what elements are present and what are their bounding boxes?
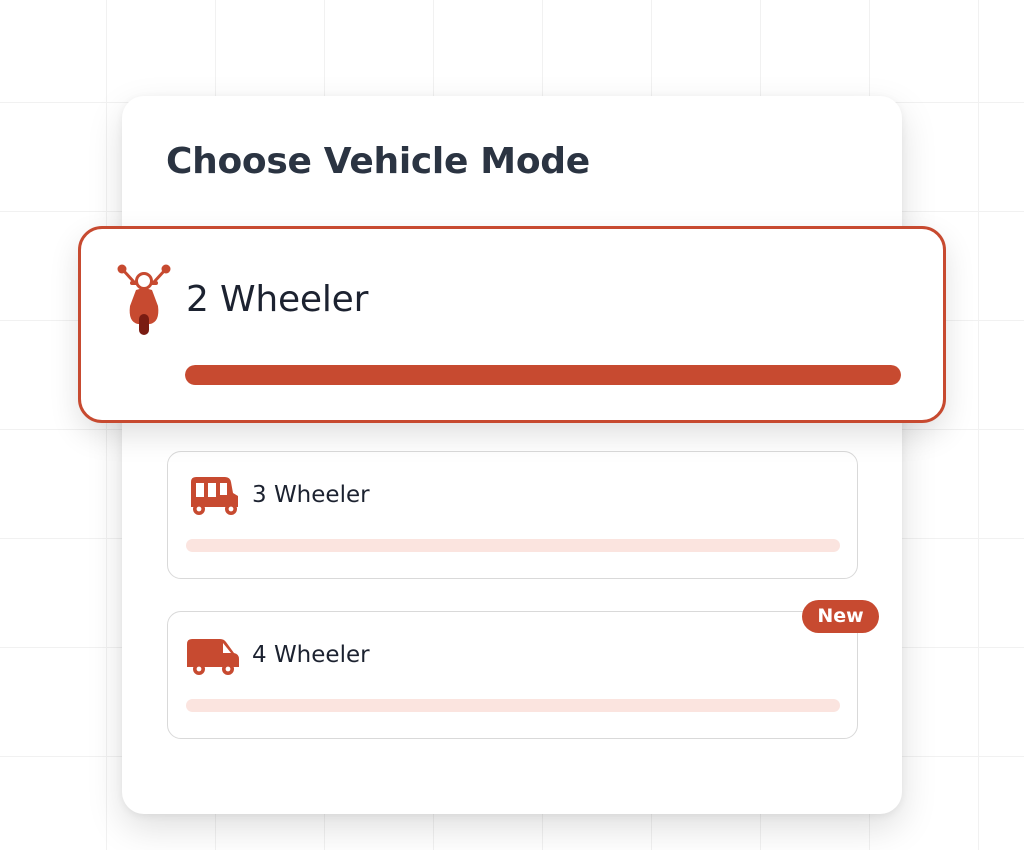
auto-rickshaw-icon bbox=[191, 477, 238, 515]
new-badge: New bbox=[802, 600, 879, 633]
progress-fill bbox=[185, 365, 901, 385]
page-title: Choose Vehicle Mode bbox=[166, 141, 590, 182]
scooter-icon bbox=[117, 264, 171, 335]
option-label: 3 Wheeler bbox=[252, 482, 370, 508]
option-label: 2 Wheeler bbox=[186, 279, 369, 320]
progress-track bbox=[186, 539, 840, 552]
option-label: 4 Wheeler bbox=[252, 642, 370, 668]
progress-track bbox=[185, 365, 901, 385]
progress-track bbox=[186, 699, 840, 712]
option-4-wheeler[interactable]: 4 Wheeler bbox=[167, 611, 858, 739]
option-2-wheeler[interactable]: 2 Wheeler bbox=[78, 226, 946, 423]
van-icon bbox=[187, 639, 239, 675]
option-3-wheeler[interactable]: 3 Wheeler bbox=[167, 451, 858, 579]
